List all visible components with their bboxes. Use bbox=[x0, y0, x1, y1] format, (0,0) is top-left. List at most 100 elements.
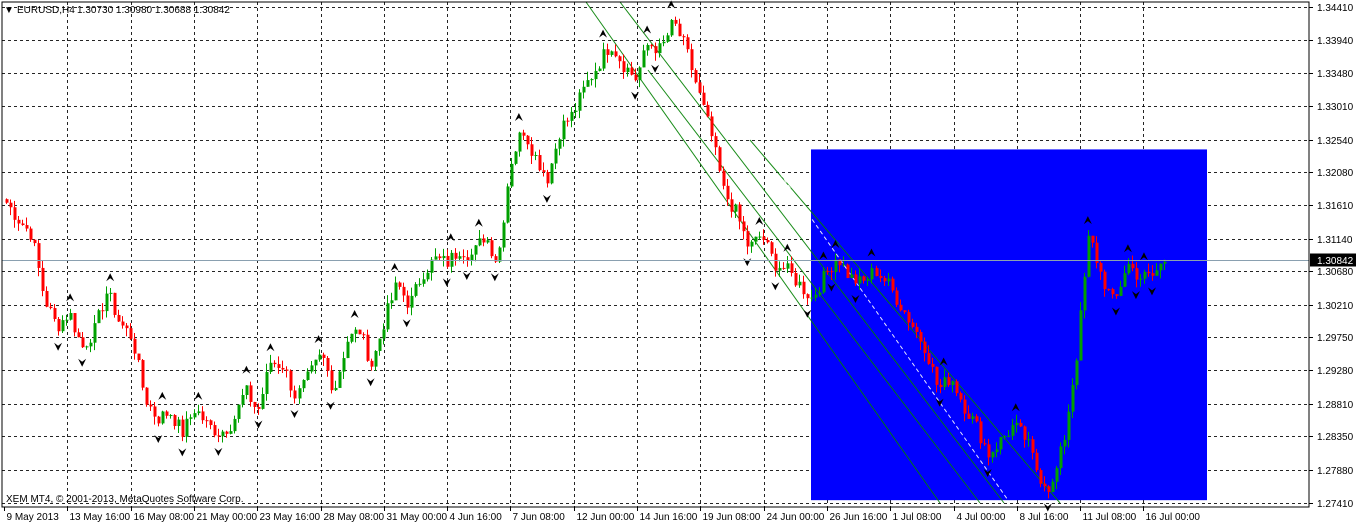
candle-body bbox=[249, 385, 253, 402]
candle-body bbox=[558, 139, 562, 149]
candle-body bbox=[582, 86, 586, 93]
candle-body bbox=[586, 80, 590, 87]
candle-body bbox=[390, 300, 394, 304]
candle-body bbox=[1059, 446, 1063, 469]
dropdown-arrow-icon[interactable]: ▼ bbox=[4, 5, 14, 16]
y-tick-label: 1.27410 bbox=[1317, 499, 1354, 510]
candle-body bbox=[1083, 276, 1087, 311]
candle-body bbox=[217, 435, 221, 437]
y-tick-label: 1.29750 bbox=[1317, 333, 1354, 344]
y-tick-label: 1.31610 bbox=[1317, 201, 1354, 212]
candle-body bbox=[129, 328, 133, 339]
candle-body bbox=[145, 387, 149, 405]
highlight-rectangle bbox=[811, 149, 1207, 501]
candle-body bbox=[185, 418, 189, 437]
candle-body bbox=[991, 452, 995, 458]
candle-body bbox=[21, 223, 25, 226]
candle-body bbox=[189, 417, 193, 419]
x-tick-label: 26 Jun 16:00 bbox=[830, 512, 888, 523]
y-tick-label: 1.33010 bbox=[1317, 102, 1354, 113]
candle-body bbox=[253, 401, 257, 407]
candle-body bbox=[498, 247, 502, 262]
candle-body bbox=[125, 325, 129, 329]
candle-body bbox=[105, 293, 109, 312]
candle-body bbox=[895, 290, 899, 305]
candle-body bbox=[1015, 422, 1019, 426]
candle-body bbox=[542, 170, 546, 172]
candle-body bbox=[1115, 294, 1119, 296]
y-tick-label: 1.30680 bbox=[1317, 267, 1354, 278]
candle-body bbox=[963, 399, 967, 414]
candle-body bbox=[762, 236, 766, 241]
x-tick-label: 12 Jun 00:00 bbox=[577, 512, 635, 523]
candle-body bbox=[814, 294, 818, 298]
candle-body bbox=[935, 366, 939, 385]
candle-body bbox=[33, 239, 37, 244]
candle-body bbox=[570, 111, 574, 121]
x-tick-label: 4 Jul 00:00 bbox=[957, 512, 1006, 523]
candle-body bbox=[818, 292, 822, 295]
candle-body bbox=[378, 338, 382, 351]
candle-body bbox=[1151, 273, 1155, 276]
candle-body bbox=[1143, 271, 1147, 279]
candle-body bbox=[502, 222, 506, 248]
candle-body bbox=[346, 341, 350, 359]
candle-body bbox=[289, 370, 293, 391]
candle-body bbox=[442, 255, 446, 259]
candle-body bbox=[846, 264, 850, 278]
candle-body bbox=[518, 132, 522, 152]
candle-body bbox=[157, 416, 161, 424]
candle-body bbox=[113, 292, 117, 315]
candle-body bbox=[931, 363, 935, 367]
candle-body bbox=[774, 253, 778, 271]
x-tick-label: 1 Jul 08:00 bbox=[893, 512, 942, 523]
candle-body bbox=[117, 314, 121, 322]
candle-body bbox=[338, 371, 342, 388]
candle-body bbox=[334, 387, 338, 391]
candle-body bbox=[265, 371, 269, 395]
candle-body bbox=[1155, 270, 1159, 276]
y-tick-label: 1.34410 bbox=[1317, 3, 1354, 14]
candle-body bbox=[261, 394, 265, 409]
candle-body bbox=[298, 388, 302, 399]
candle-body bbox=[1159, 263, 1163, 271]
candle-body bbox=[606, 49, 610, 55]
x-tick-label: 31 May 00:00 bbox=[387, 512, 448, 523]
candle-body bbox=[330, 370, 334, 391]
candle-body bbox=[658, 43, 662, 54]
candle-body bbox=[526, 135, 530, 145]
price-chart[interactable]: 1.34410 1.33940 1.33480 1.33010 1.32540 1.320… bbox=[0, 0, 1356, 525]
candle-body bbox=[402, 286, 406, 296]
candle-body bbox=[955, 381, 959, 394]
x-tick-label: 13 May 16:00 bbox=[70, 512, 131, 523]
candle-body bbox=[870, 268, 874, 280]
candle-body bbox=[750, 241, 754, 247]
candle-body bbox=[5, 199, 9, 203]
candle-body bbox=[971, 416, 975, 419]
candle-body bbox=[81, 337, 85, 348]
candle-body bbox=[510, 163, 514, 187]
candle-body bbox=[995, 449, 999, 453]
candle-body bbox=[1087, 235, 1091, 277]
candle-body bbox=[778, 267, 782, 271]
y-tick-label: 1.32540 bbox=[1317, 136, 1354, 147]
candle-body bbox=[875, 268, 879, 277]
candle-body bbox=[354, 329, 358, 334]
candle-body bbox=[438, 256, 442, 259]
candle-body bbox=[229, 431, 233, 434]
candle-body bbox=[430, 259, 434, 273]
candle-body bbox=[322, 354, 326, 358]
candle-body bbox=[1055, 468, 1059, 482]
candle-body bbox=[598, 68, 602, 71]
candle-body bbox=[866, 279, 870, 281]
candle-body bbox=[101, 310, 105, 312]
candle-body bbox=[1031, 439, 1035, 453]
candle-body bbox=[314, 359, 318, 366]
candle-body bbox=[794, 272, 798, 286]
y-tick-label: 1.31140 bbox=[1317, 235, 1353, 246]
y-tick-label: 1.33480 bbox=[1317, 69, 1354, 80]
candle-body bbox=[911, 322, 915, 327]
candle-body bbox=[1147, 271, 1151, 274]
candle-body bbox=[434, 256, 438, 260]
candle-body bbox=[662, 41, 666, 44]
